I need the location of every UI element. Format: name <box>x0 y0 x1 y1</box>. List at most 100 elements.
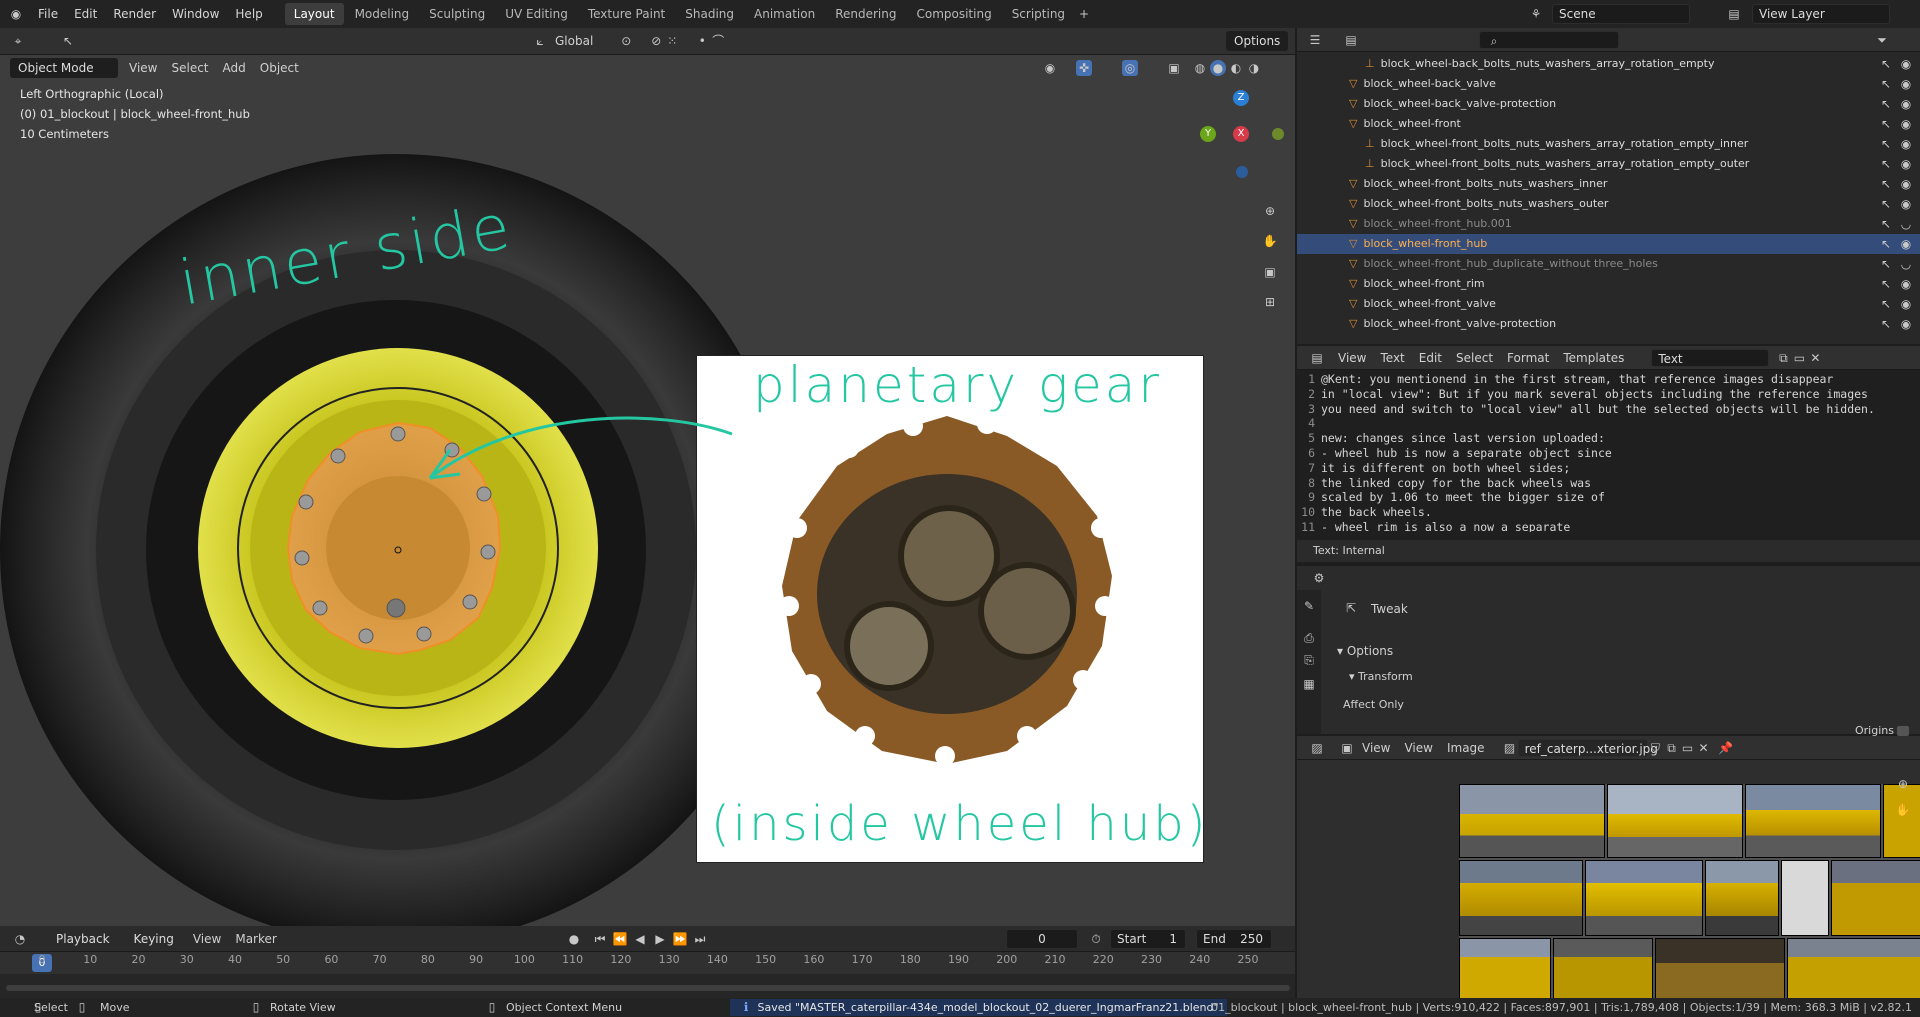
open-text-icon[interactable]: ▭ <box>1791 350 1807 366</box>
outliner-row[interactable]: ▽ block_wheel-front_hub_duplicate_without… <box>1297 254 1920 274</box>
outliner-editor-icon[interactable]: ☰ <box>1307 32 1323 48</box>
xray-icon[interactable]: ▣ <box>1166 60 1182 76</box>
falloff-icon[interactable]: ⌒ <box>710 33 726 49</box>
display-mode-icon[interactable]: ▤ <box>1343 32 1359 48</box>
image-pan-icon[interactable]: ✋ <box>1895 802 1911 818</box>
end-frame-field[interactable]: End 250 <box>1196 929 1272 949</box>
scene-field[interactable]: Scene <box>1552 4 1690 24</box>
stopwatch-icon[interactable]: ⏱ <box>1088 931 1104 947</box>
tab-scripting[interactable]: Scripting <box>1003 3 1074 25</box>
outliner-row[interactable]: ▽ block_wheel-front ◉ ↖ <box>1297 114 1920 134</box>
timeline-editor-icon[interactable]: ◔ <box>12 931 28 947</box>
filter-icon[interactable]: ⏷ <box>1874 32 1890 48</box>
text-datablock-field[interactable]: Text <box>1651 348 1770 367</box>
view-layer-tab-icon[interactable]: ▦ <box>1301 676 1317 692</box>
outliner-row[interactable]: ▽ block_wheel-front_bolts_nuts_washers_ou… <box>1297 194 1920 214</box>
visibility-eye-icon[interactable]: ◉ <box>1898 316 1914 332</box>
tab-layout[interactable]: Layout <box>284 3 344 25</box>
timeline-menu-marker[interactable]: Marker <box>228 925 283 953</box>
play-icon[interactable]: ▶ <box>652 931 668 947</box>
text-editor[interactable]: ▤ View Text Edit Select Format Templates… <box>1297 346 1920 563</box>
menu-window[interactable]: Window <box>164 0 227 28</box>
pan-hand-icon[interactable]: ✋ <box>1262 233 1278 249</box>
visibility-eye-icon[interactable]: ◉ <box>1898 176 1914 192</box>
selectable-arrow-icon[interactable]: ↖ <box>1878 296 1894 312</box>
image-editor[interactable]: ▨ ▣ View View Image ▨ ref_caterp...xteri… <box>1297 736 1920 998</box>
jump-end-icon[interactable]: ⏭ <box>692 931 708 947</box>
gizmo-z-axis[interactable]: Z <box>1233 90 1249 106</box>
blender-logo-icon[interactable]: ◉ <box>8 6 24 22</box>
overlay-toggle-icon[interactable]: ◎ <box>1122 60 1138 76</box>
outliner-row[interactable]: ▽ block_wheel-front_valve-protection ◉ ↖ <box>1297 314 1920 334</box>
editor-type-icon[interactable]: ⌖ <box>10 33 26 49</box>
tab-rendering[interactable]: Rendering <box>826 3 905 25</box>
pin-icon[interactable]: 📌 <box>1718 740 1734 756</box>
text-line[interactable]: 8 the linked copy for the back wheels was <box>1297 476 1909 491</box>
selectable-arrow-icon[interactable]: ↖ <box>1878 176 1894 192</box>
tab-animation[interactable]: Animation <box>745 3 824 25</box>
text-menu-format[interactable]: Format <box>1500 344 1556 372</box>
image-name-field[interactable]: ref_caterp...xterior.jpg <box>1517 738 1658 757</box>
visibility-eye-icon[interactable]: ◉ <box>1898 76 1914 92</box>
outliner-row[interactable]: ▽ block_wheel-back_valve ◉ ↖ <box>1297 74 1920 94</box>
image-menu-view[interactable]: View <box>1397 736 1439 762</box>
pivot-icon[interactable]: ⊙ <box>618 33 634 49</box>
selectable-arrow-icon[interactable]: ↖ <box>1878 76 1894 92</box>
start-frame-field[interactable]: Start 1 <box>1110 929 1186 949</box>
record-icon[interactable]: ● <box>566 931 582 947</box>
visibility-eye-icon[interactable]: ◉ <box>1898 56 1914 72</box>
cursor-tool-icon[interactable]: ↖ <box>60 33 76 49</box>
gizmo-x-axis[interactable]: X <box>1233 126 1249 142</box>
zoom-icon[interactable]: ⊕ <box>1262 203 1278 219</box>
snap-grid-icon[interactable]: ⁙ <box>664 33 680 49</box>
image-editor-icon[interactable]: ▨ <box>1309 740 1325 756</box>
visibility-eye-icon[interactable]: ◉ <box>1898 116 1914 132</box>
next-key-icon[interactable]: ⏩ <box>672 931 688 947</box>
properties-editor-icon[interactable]: ⚙ <box>1311 570 1327 586</box>
text-line[interactable]: 11 - wheel rim is also a now a separate <box>1297 520 1909 532</box>
grid-icon[interactable]: ⊞ <box>1262 294 1278 310</box>
selectable-arrow-icon[interactable]: ↖ <box>1878 196 1894 212</box>
camera-icon[interactable]: ▣ <box>1262 264 1278 280</box>
text-line[interactable]: 10 the back wheels. <box>1297 505 1909 520</box>
visibility-eye-icon[interactable]: ◉ <box>1898 236 1914 252</box>
text-menu-text[interactable]: Text <box>1373 344 1411 372</box>
outliner-row[interactable]: ⊥ block_wheel-front_bolts_nuts_washers_ar… <box>1297 134 1920 154</box>
outliner-row[interactable]: ▽ block_wheel-front_rim ◉ ↖ <box>1297 274 1920 294</box>
reference-image[interactable]: planetary gear (inside wheel hub) <box>696 355 1205 863</box>
origins-checkbox[interactable] <box>1897 726 1909 736</box>
text-line[interactable]: 9 scaled by 1.06 to meet the bigger size … <box>1297 490 1909 505</box>
tab-modeling[interactable]: Modeling <box>346 3 419 25</box>
proportional-icon[interactable]: • <box>694 33 710 49</box>
image-menu-image[interactable]: Image <box>1440 736 1492 762</box>
options-panel-header[interactable]: ▾ Options <box>1337 644 1393 658</box>
menu-edit[interactable]: Edit <box>66 0 105 28</box>
text-line[interactable]: 5 new: changes since last version uploade… <box>1297 431 1909 446</box>
snap-icon[interactable]: ⊘ <box>648 33 664 49</box>
selectable-arrow-icon[interactable]: ↖ <box>1878 256 1894 272</box>
selectable-arrow-icon[interactable]: ↖ <box>1878 276 1894 292</box>
text-menu-edit[interactable]: Edit <box>1412 344 1449 372</box>
close-text-icon[interactable]: ✕ <box>1807 350 1823 366</box>
tab-sculpting[interactable]: Sculpting <box>420 3 494 25</box>
outliner-search-input[interactable]: ⌕ <box>1479 30 1619 49</box>
outliner-row[interactable]: ⊥ block_wheel-front_bolts_nuts_washers_ar… <box>1297 154 1920 174</box>
visibility-eye-icon[interactable]: ◉ <box>1898 96 1914 112</box>
tab-uv-editing[interactable]: UV Editing <box>496 3 577 25</box>
open-image-icon[interactable]: ▭ <box>1680 740 1696 756</box>
navigation-gizmo[interactable]: Z Y X <box>1196 88 1286 198</box>
visibility-eye-icon[interactable]: ◉ <box>1898 296 1914 312</box>
outliner-row[interactable]: ▽ block_wheel-front_valve ◉ ↖ <box>1297 294 1920 314</box>
selectable-arrow-icon[interactable]: ↖ <box>1878 316 1894 332</box>
add-workspace-icon[interactable]: + <box>1076 6 1092 22</box>
render-tab-icon[interactable]: ⎙ <box>1301 630 1317 646</box>
view-layer-icon[interactable]: ▤ <box>1726 6 1742 22</box>
gizmo-toggle-icon[interactable]: ✜ <box>1076 60 1092 76</box>
view-layer-field[interactable]: View Layer <box>1752 4 1890 24</box>
output-tab-icon[interactable]: ⎘ <box>1301 652 1317 668</box>
text-editor-icon[interactable]: ▤ <box>1309 350 1325 366</box>
material-shading-icon[interactable]: ◐ <box>1228 60 1244 76</box>
play-reverse-icon[interactable]: ◀ <box>632 931 648 947</box>
text-line[interactable]: 7 it is different on both wheel sides; <box>1297 461 1909 476</box>
render-shading-icon[interactable]: ◑ <box>1246 60 1262 76</box>
